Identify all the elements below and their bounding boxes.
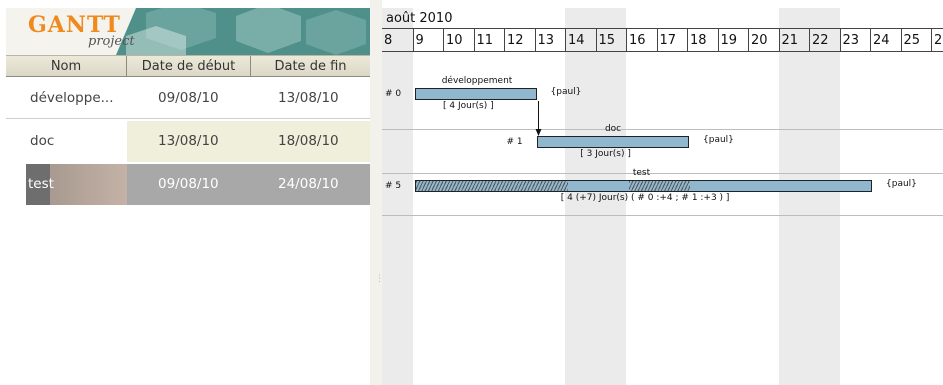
column-header-name[interactable]: Nom xyxy=(6,56,127,77)
gantt-logo: GANTT project xyxy=(28,12,148,52)
table-empty-area[interactable] xyxy=(6,208,370,385)
gantt-chart-area[interactable]: août 2010 8 9 10 11 12 13 14 15 16 17 18 19 20 21 22 23… xyxy=(382,8,943,385)
task-name-cell[interactable]: développe... xyxy=(30,78,130,119)
table-row[interactable]: développe... 09/08/10 13/08/10 xyxy=(6,78,370,119)
logo-banner: GANTT project xyxy=(6,8,370,55)
table-header: Nom Date de début Date de fin xyxy=(6,55,370,77)
column-header-start-date[interactable]: Date de début xyxy=(127,56,251,77)
task-end-cell[interactable]: 24/08/10 xyxy=(278,164,339,205)
task-start-cell[interactable]: 09/08/10 xyxy=(158,78,219,119)
task-start-cell[interactable]: 09/08/10 xyxy=(158,164,219,205)
row-indent xyxy=(6,164,26,205)
arrowhead-icon xyxy=(535,129,542,136)
table-row-selected[interactable]: test 09/08/10 24/08/10 xyxy=(6,164,370,205)
task-table-pane: GANTT project Nom Date de début Date de … xyxy=(0,0,370,385)
pane-splitter[interactable] xyxy=(370,0,382,385)
task-start-cell[interactable]: 13/08/10 xyxy=(158,121,219,162)
column-header-end-date[interactable]: Date de fin xyxy=(251,56,370,77)
name-cell-bg xyxy=(6,121,127,162)
ganttproject-window: GANTT project Nom Date de début Date de … xyxy=(0,0,943,385)
task-end-cell[interactable]: 18/08/10 xyxy=(278,121,339,162)
task-end-cell[interactable]: 13/08/10 xyxy=(278,78,339,119)
dependency-arrows xyxy=(535,101,542,136)
task-name-cell[interactable]: doc xyxy=(30,121,54,162)
logo-subtext: project xyxy=(88,34,135,49)
table-row[interactable]: doc 13/08/10 18/08/10 xyxy=(6,121,370,162)
task-name-cell[interactable]: test xyxy=(28,164,54,205)
